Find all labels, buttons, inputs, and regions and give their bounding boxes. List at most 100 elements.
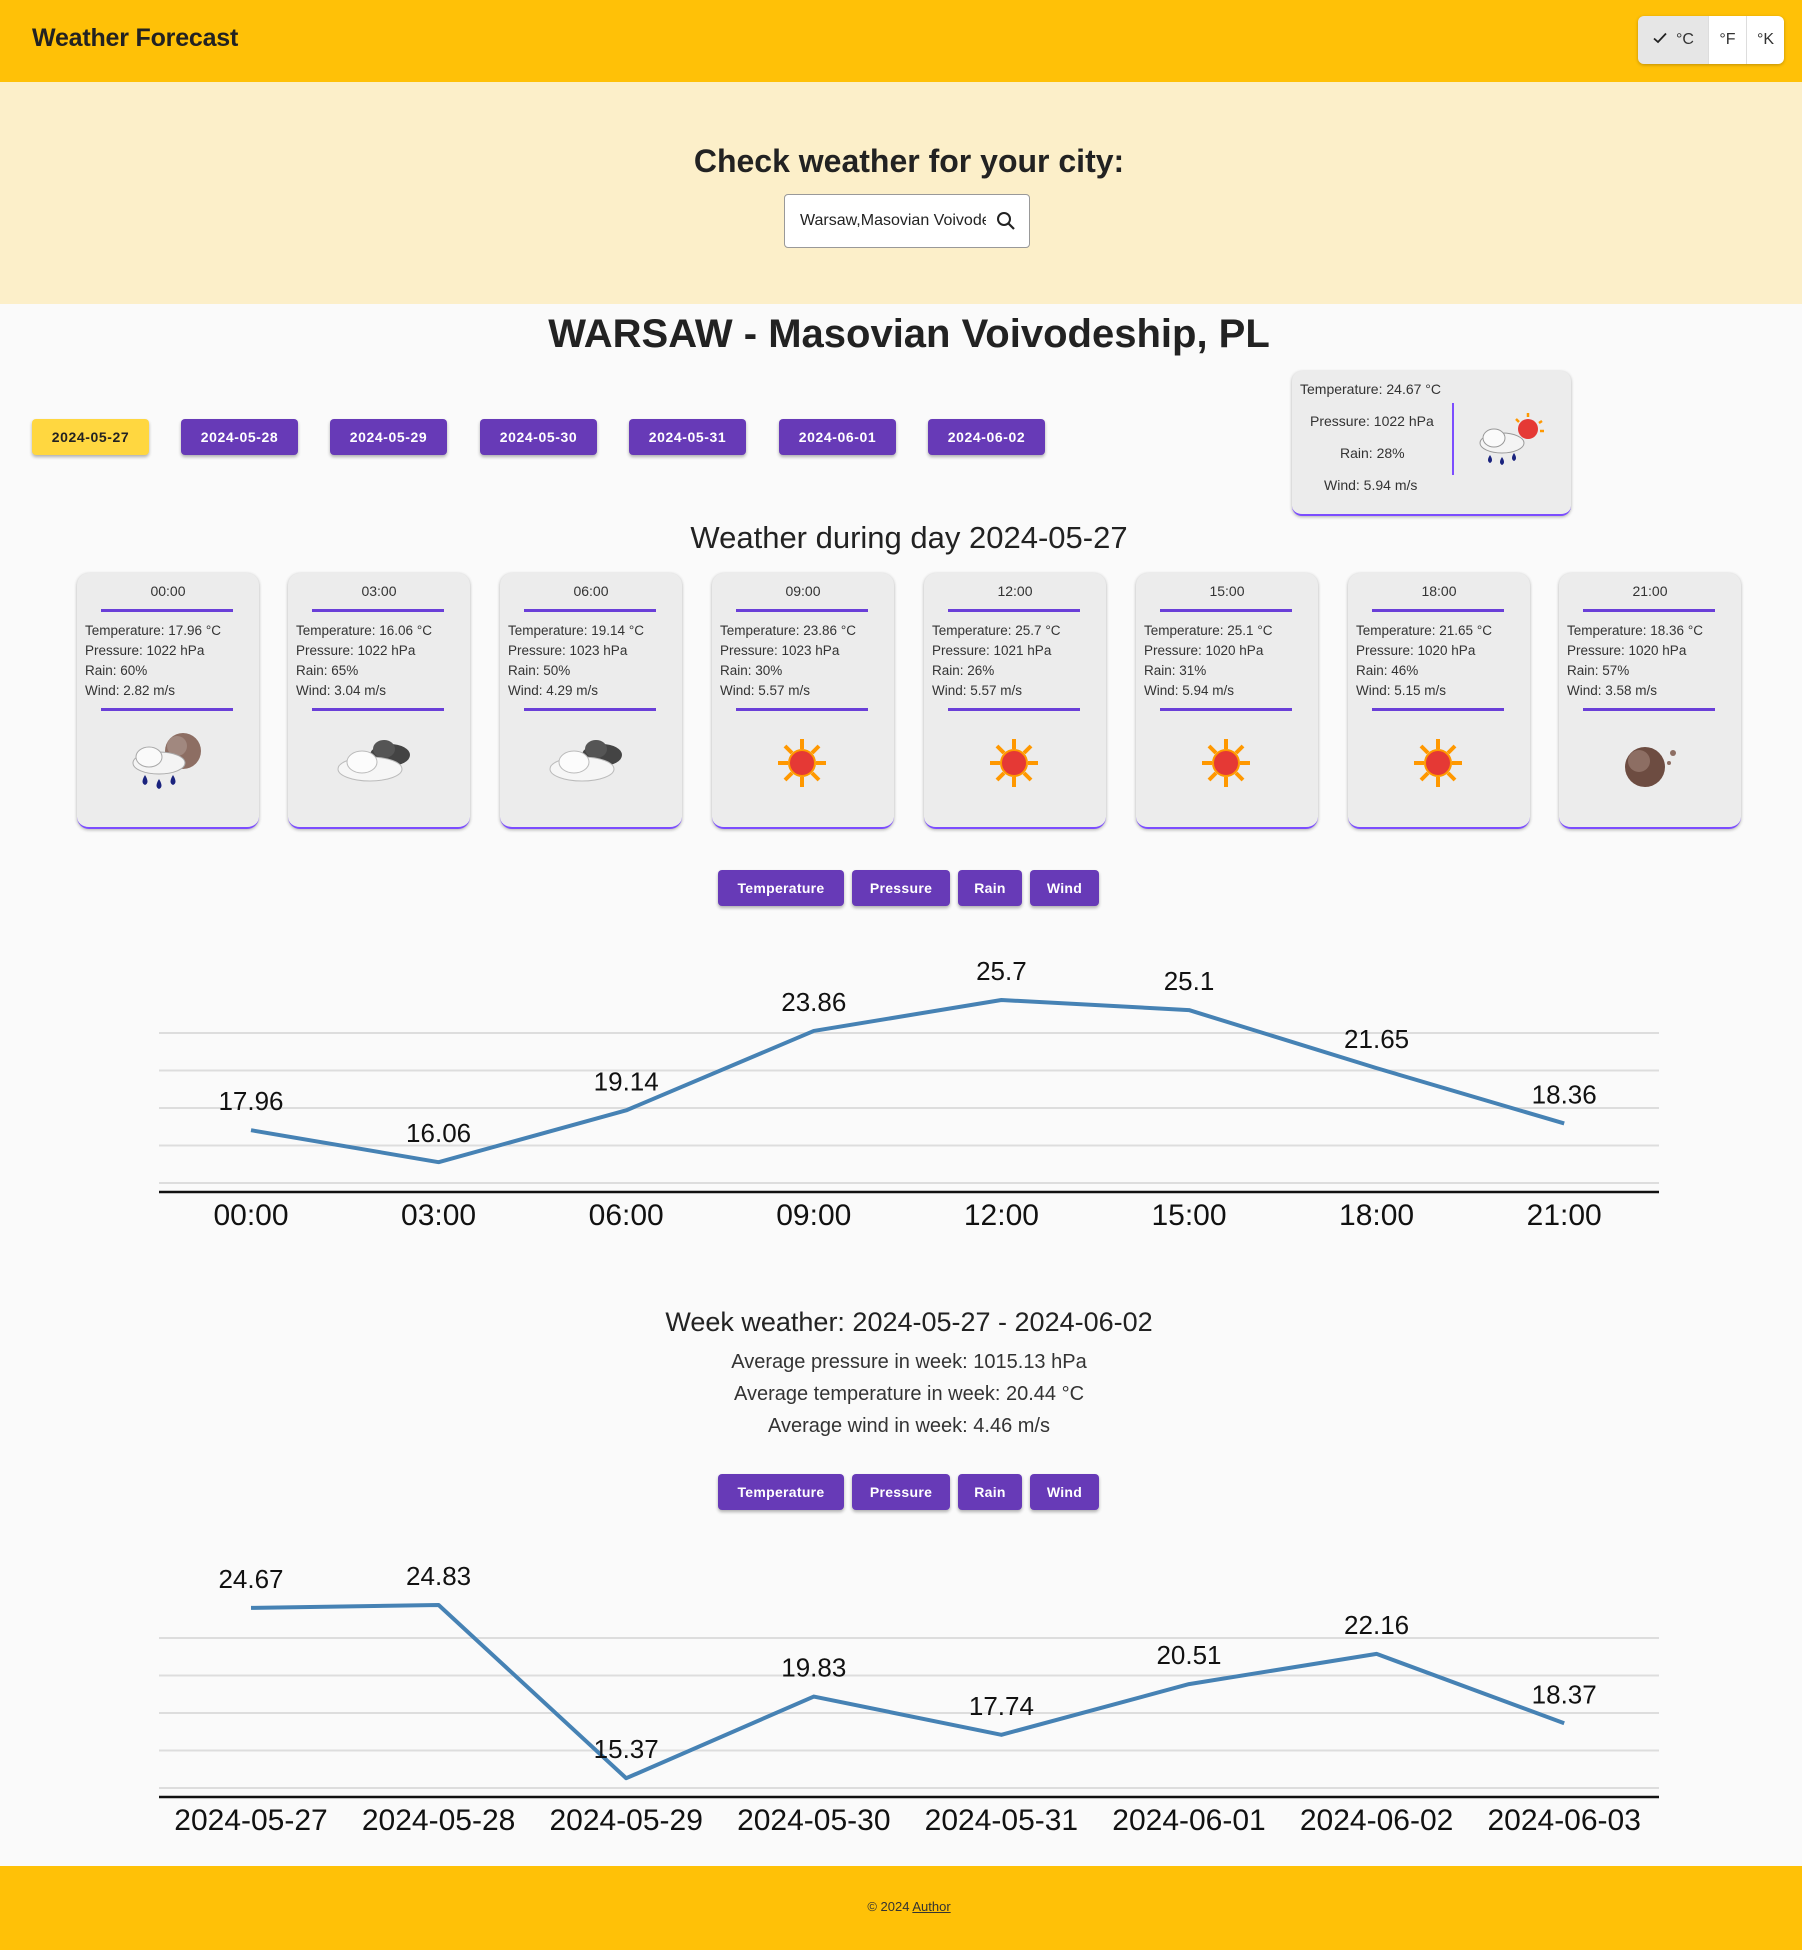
date-button-2024-05-29[interactable]: 2024-05-29 (330, 419, 447, 455)
chart-tick-label: 2024-06-03 (1487, 1804, 1640, 1837)
hour-rain: Rain: 65% (296, 663, 359, 678)
hour-wind: Wind: 5.94 m/s (1144, 683, 1235, 698)
chart-tick-label: 2024-05-27 (174, 1804, 327, 1837)
current-rain: Rain: 28% (1340, 445, 1405, 461)
week-temperature-button[interactable]: Temperature (718, 1474, 844, 1510)
hour-time: 06:00 (573, 583, 609, 599)
hour-time: 21:00 (1632, 583, 1668, 599)
chart-tick-label: 2024-05-28 (362, 1804, 515, 1837)
chart-tick-label: 21:00 (1527, 1199, 1602, 1232)
chart-tick-label: 03:00 (401, 1199, 476, 1232)
hour-temperature: Temperature: 23.86 °C (720, 623, 856, 638)
date-button-2024-06-01[interactable]: 2024-06-01 (779, 419, 896, 455)
unit-kelvin-button[interactable]: °K (1746, 16, 1784, 64)
city-search-input[interactable] (800, 209, 986, 233)
city-search-box (784, 194, 1030, 248)
hour-rain: Rain: 31% (1144, 663, 1207, 678)
hour-wind: Wind: 5.15 m/s (1356, 683, 1447, 698)
chart-data-label: 24.67 (218, 1564, 283, 1594)
hour-divider (312, 609, 444, 612)
hour-card: 03:00 Temperature: 16.06 °C Pressure: 10… (288, 573, 470, 829)
hour-rain: Rain: 30% (720, 663, 783, 678)
unit-celsius-label: °C (1676, 31, 1694, 48)
hour-wind: Wind: 3.58 m/s (1567, 683, 1658, 698)
top-app-bar (0, 0, 1802, 82)
hour-time: 12:00 (997, 583, 1033, 599)
hour-wind: Wind: 2.82 m/s (85, 683, 176, 698)
chart-data-label: 16.06 (406, 1118, 471, 1148)
unit-celsius-button[interactable]: °C (1638, 16, 1708, 64)
chart-data-label: 20.51 (1156, 1640, 1221, 1670)
week-pressure-button[interactable]: Pressure (852, 1474, 950, 1510)
check-icon (1652, 30, 1668, 51)
author-link[interactable]: Author (912, 1899, 950, 1914)
cloud-icon (540, 723, 640, 803)
sun-icon (1388, 723, 1488, 803)
hour-divider (948, 708, 1080, 711)
hour-rain: Rain: 60% (85, 663, 148, 678)
chart-data-label: 18.36 (1532, 1079, 1597, 1109)
day-title: Weather during day 2024-05-27 (690, 520, 1128, 555)
hour-card: 21:00 Temperature: 18.36 °C Pressure: 10… (1559, 573, 1741, 829)
day-pressure-button[interactable]: Pressure (852, 870, 950, 906)
current-weather-card: Temperature: 24.67 °C Pressure: 1022 hPa… (1292, 371, 1571, 516)
hour-pressure: Pressure: 1021 hPa (932, 643, 1052, 658)
search-section (0, 82, 1802, 304)
hour-divider (1160, 708, 1292, 711)
hour-wind: Wind: 5.57 m/s (720, 683, 811, 698)
hour-pressure: Pressure: 1022 hPa (296, 643, 416, 658)
hour-card: 18:00 Temperature: 21.65 °C Pressure: 10… (1348, 573, 1530, 829)
hour-divider (524, 708, 656, 711)
chart-data-label: 19.83 (781, 1653, 846, 1683)
date-button-2024-05-31[interactable]: 2024-05-31 (629, 419, 746, 455)
search-icon[interactable] (995, 210, 1017, 232)
hour-divider (1583, 708, 1715, 711)
day-temperature-button[interactable]: Temperature (718, 870, 844, 906)
hour-divider (312, 708, 444, 711)
chart-tick-label: 15:00 (1151, 1199, 1226, 1232)
hour-divider (101, 708, 233, 711)
chart-data-label: 18.37 (1532, 1679, 1597, 1709)
chart-data-label: 25.1 (1164, 966, 1215, 996)
footer-text: © 2024 Author (0, 1899, 1802, 1914)
hour-card: 12:00 Temperature: 25.7 °C Pressure: 102… (924, 573, 1106, 829)
current-pressure: Pressure: 1022 hPa (1310, 413, 1434, 429)
day-wind-button[interactable]: Wind (1030, 870, 1099, 906)
chart-data-label: 17.74 (969, 1691, 1034, 1721)
date-button-2024-05-30[interactable]: 2024-05-30 (480, 419, 597, 455)
chart-tick-label: 18:00 (1339, 1199, 1414, 1232)
hour-info: Temperature: 17.96 °C Pressure: 1022 hPa… (85, 621, 221, 701)
hour-temperature: Temperature: 25.7 °C (932, 623, 1061, 638)
hour-wind: Wind: 4.29 m/s (508, 683, 599, 698)
hour-divider (1372, 609, 1504, 612)
week-wind-button[interactable]: Wind (1030, 1474, 1099, 1510)
chart-tick-label: 06:00 (589, 1199, 664, 1232)
day-rain-button[interactable]: Rain (958, 870, 1022, 906)
hour-info: Temperature: 23.86 °C Pressure: 1023 hPa… (720, 621, 856, 701)
chart-data-label: 17.96 (218, 1086, 283, 1116)
chart-data-label: 21.65 (1344, 1024, 1409, 1054)
hour-info: Temperature: 21.65 °C Pressure: 1020 hPa… (1356, 621, 1492, 701)
hour-divider (101, 609, 233, 612)
date-button-2024-06-02[interactable]: 2024-06-02 (928, 419, 1045, 455)
week-rain-button[interactable]: Rain (958, 1474, 1022, 1510)
chart-tick-label: 2024-05-30 (737, 1804, 890, 1837)
hour-rain: Rain: 46% (1356, 663, 1419, 678)
date-button-2024-05-27[interactable]: 2024-05-27 (32, 419, 149, 455)
chart-data-label: 25.7 (976, 956, 1027, 986)
hour-temperature: Temperature: 21.65 °C (1356, 623, 1492, 638)
hour-divider (1372, 708, 1504, 711)
week-avg-wind: Average wind in week: 4.46 m/s (767, 1415, 1050, 1437)
copyright-text: © 2024 (867, 1899, 913, 1914)
chart-data-label: 23.86 (781, 987, 846, 1017)
sun-icon (752, 723, 852, 803)
rain-sun-icon (1472, 411, 1548, 471)
chart-tick-label: 2024-06-02 (1300, 1804, 1453, 1837)
hour-pressure: Pressure: 1020 hPa (1356, 643, 1476, 658)
hour-pressure: Pressure: 1023 hPa (720, 643, 840, 658)
hour-rain: Rain: 57% (1567, 663, 1630, 678)
unit-fahrenheit-button[interactable]: °F (1708, 16, 1746, 64)
date-button-2024-05-28[interactable]: 2024-05-28 (181, 419, 298, 455)
week-temperature-chart: 24.67 2024-05-27 24.83 2024-05-28 15.37 2024-… (159, 1561, 1659, 1837)
hour-temperature: Temperature: 18.36 °C (1567, 623, 1703, 638)
